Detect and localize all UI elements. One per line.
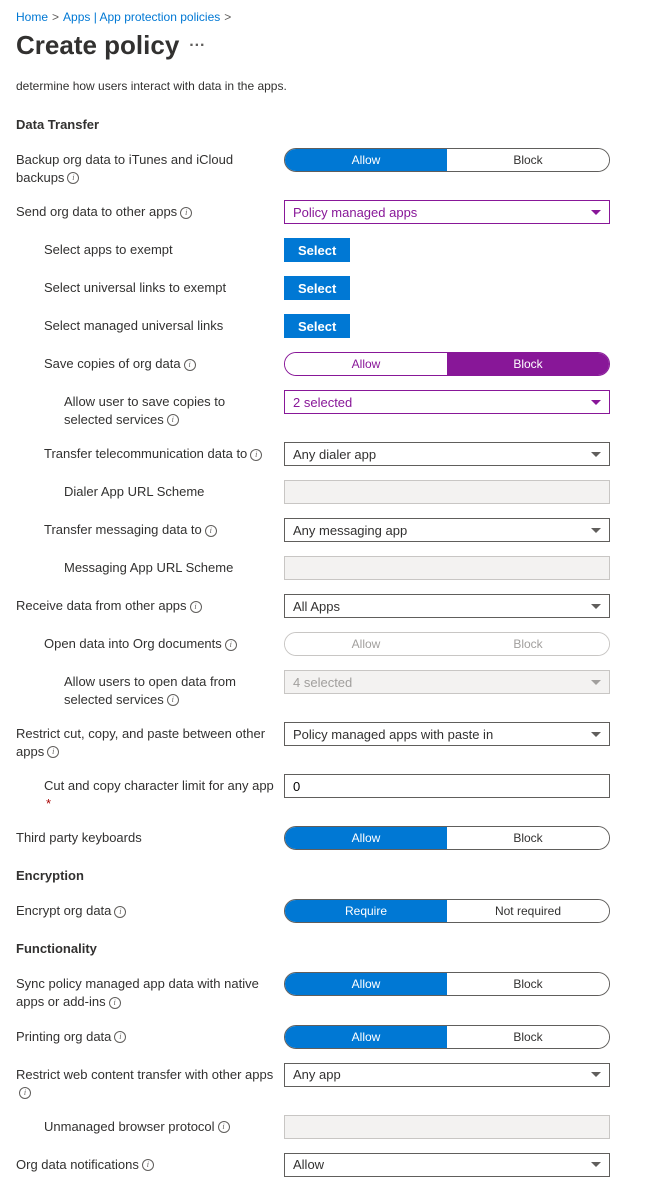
chevron-down-icon bbox=[591, 1162, 601, 1167]
label-cut-copy-limit: Cut and copy character limit for any app… bbox=[16, 774, 284, 812]
label-save-copies: Save copies of org data bbox=[16, 352, 284, 373]
toggle-option-allow[interactable]: Allow bbox=[285, 149, 447, 171]
label-transfer-telecom: Transfer telecommunication data to bbox=[16, 442, 284, 463]
breadcrumb: Home > Apps | App protection policies > bbox=[16, 10, 630, 24]
label-allow-open-services: Allow users to open data from selected s… bbox=[16, 670, 284, 708]
toggle-option-block[interactable]: Block bbox=[447, 827, 609, 849]
toggle-option-require[interactable]: Require bbox=[285, 900, 447, 922]
more-actions-icon[interactable]: ··· bbox=[189, 37, 205, 55]
input-cut-copy-limit[interactable] bbox=[284, 774, 610, 798]
toggle-encrypt-org[interactable]: Require Not required bbox=[284, 899, 610, 923]
label-restrict-cut: Restrict cut, copy, and paste between ot… bbox=[16, 722, 284, 760]
dropdown-allow-open-services: 4 selected bbox=[284, 670, 610, 694]
input-dialer-scheme bbox=[284, 480, 610, 504]
toggle-backup[interactable]: Allow Block bbox=[284, 148, 610, 172]
info-icon[interactable] bbox=[190, 601, 202, 613]
info-icon[interactable] bbox=[218, 1121, 230, 1133]
info-icon[interactable] bbox=[184, 359, 196, 371]
toggle-option-not-required[interactable]: Not required bbox=[447, 900, 609, 922]
info-icon[interactable] bbox=[180, 207, 192, 219]
chevron-down-icon bbox=[591, 680, 601, 685]
label-messaging-scheme: Messaging App URL Scheme bbox=[16, 556, 284, 577]
toggle-third-party-kb[interactable]: Allow Block bbox=[284, 826, 610, 850]
section-data-transfer: Data Transfer bbox=[16, 117, 630, 132]
toggle-option-allow[interactable]: Allow bbox=[285, 973, 447, 995]
section-functionality: Functionality bbox=[16, 941, 630, 956]
info-icon[interactable] bbox=[19, 1087, 31, 1099]
info-icon[interactable] bbox=[109, 997, 121, 1009]
toggle-option-block[interactable]: Block bbox=[447, 1026, 609, 1048]
chevron-down-icon bbox=[591, 400, 601, 405]
chevron-down-icon bbox=[591, 604, 601, 609]
toggle-save-copies[interactable]: Allow Block bbox=[284, 352, 610, 376]
dropdown-transfer-telecom[interactable]: Any dialer app bbox=[284, 442, 610, 466]
info-icon[interactable] bbox=[114, 1031, 126, 1043]
label-third-party-kb: Third party keyboards bbox=[16, 826, 284, 847]
select-exempt-button[interactable]: Select bbox=[284, 238, 350, 262]
breadcrumb-apps[interactable]: Apps | App protection policies bbox=[63, 10, 220, 24]
toggle-option-block[interactable]: Block bbox=[447, 149, 609, 171]
input-unmanaged-browser bbox=[284, 1115, 610, 1139]
select-managed-universal-button[interactable]: Select bbox=[284, 314, 350, 338]
info-icon[interactable] bbox=[67, 172, 79, 184]
label-open-into-org: Open data into Org documents bbox=[16, 632, 284, 653]
info-icon[interactable] bbox=[167, 694, 179, 706]
dropdown-send-other[interactable]: Policy managed apps bbox=[284, 200, 610, 224]
info-icon[interactable] bbox=[167, 414, 179, 426]
dropdown-allow-save-services[interactable]: 2 selected bbox=[284, 390, 610, 414]
label-printing: Printing org data bbox=[16, 1025, 284, 1046]
info-icon[interactable] bbox=[114, 906, 126, 918]
label-select-exempt: Select apps to exempt bbox=[16, 238, 284, 259]
page-description: determine how users interact with data i… bbox=[16, 79, 630, 93]
label-select-universal: Select universal links to exempt bbox=[16, 276, 284, 297]
chevron-right-icon: > bbox=[224, 10, 231, 24]
chevron-down-icon bbox=[591, 452, 601, 457]
info-icon[interactable] bbox=[142, 1159, 154, 1171]
toggle-option-allow[interactable]: Allow bbox=[285, 1026, 447, 1048]
chevron-down-icon bbox=[591, 1072, 601, 1077]
toggle-option-allow[interactable]: Allow bbox=[285, 353, 447, 375]
toggle-open-into-org: Allow Block bbox=[284, 632, 610, 656]
input-messaging-scheme bbox=[284, 556, 610, 580]
chevron-down-icon bbox=[591, 732, 601, 737]
toggle-option-allow[interactable]: Allow bbox=[285, 827, 447, 849]
dropdown-restrict-web[interactable]: Any app bbox=[284, 1063, 610, 1087]
label-org-notifications: Org data notifications bbox=[16, 1153, 284, 1174]
label-restrict-web: Restrict web content transfer with other… bbox=[16, 1063, 284, 1101]
chevron-down-icon bbox=[591, 528, 601, 533]
label-sync-native: Sync policy managed app data with native… bbox=[16, 972, 284, 1010]
select-universal-button[interactable]: Select bbox=[284, 276, 350, 300]
dropdown-transfer-messaging[interactable]: Any messaging app bbox=[284, 518, 610, 542]
toggle-sync-native[interactable]: Allow Block bbox=[284, 972, 610, 996]
label-unmanaged-browser: Unmanaged browser protocol bbox=[16, 1115, 284, 1136]
toggle-option-block[interactable]: Block bbox=[447, 973, 609, 995]
info-icon[interactable] bbox=[225, 639, 237, 651]
label-backup: Backup org data to iTunes and iCloud bac… bbox=[16, 148, 284, 186]
breadcrumb-home[interactable]: Home bbox=[16, 10, 48, 24]
info-icon[interactable] bbox=[47, 746, 59, 758]
toggle-option-block: Block bbox=[447, 633, 609, 655]
label-transfer-messaging: Transfer messaging data to bbox=[16, 518, 284, 539]
section-encryption: Encryption bbox=[16, 868, 630, 883]
dropdown-receive-other[interactable]: All Apps bbox=[284, 594, 610, 618]
page-title: Create policy bbox=[16, 30, 179, 61]
label-allow-save-services: Allow user to save copies to selected se… bbox=[16, 390, 284, 428]
label-select-managed-universal: Select managed universal links bbox=[16, 314, 284, 335]
toggle-option-block[interactable]: Block bbox=[447, 353, 609, 375]
info-icon[interactable] bbox=[205, 525, 217, 537]
chevron-down-icon bbox=[591, 210, 601, 215]
toggle-option-allow: Allow bbox=[285, 633, 447, 655]
label-encrypt-org: Encrypt org data bbox=[16, 899, 284, 920]
toggle-printing[interactable]: Allow Block bbox=[284, 1025, 610, 1049]
label-receive-other: Receive data from other apps bbox=[16, 594, 284, 615]
label-send-other: Send org data to other apps bbox=[16, 200, 284, 221]
dropdown-org-notifications[interactable]: Allow bbox=[284, 1153, 610, 1177]
label-dialer-scheme: Dialer App URL Scheme bbox=[16, 480, 284, 501]
dropdown-restrict-cut[interactable]: Policy managed apps with paste in bbox=[284, 722, 610, 746]
info-icon[interactable] bbox=[250, 449, 262, 461]
chevron-right-icon: > bbox=[52, 10, 59, 24]
